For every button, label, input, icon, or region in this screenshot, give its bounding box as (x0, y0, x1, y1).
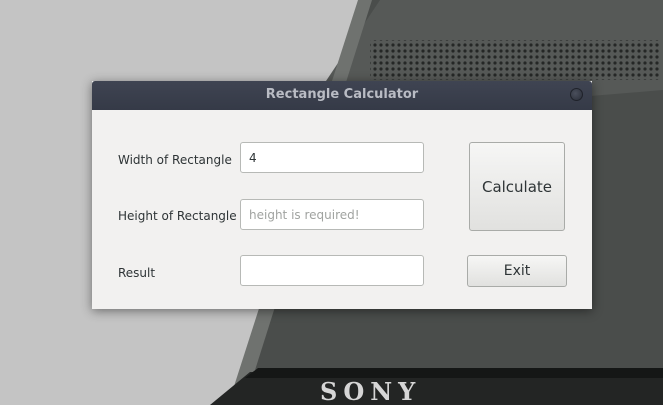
width-label: Width of Rectangle (118, 153, 232, 167)
exit-button[interactable]: Exit (467, 255, 567, 287)
result-label: Result (118, 266, 156, 280)
window-title: Rectangle Calculator (265, 87, 419, 102)
calculate-button[interactable]: Calculate (469, 142, 565, 231)
wallpaper-brand-text: SONY (320, 377, 421, 405)
calculator-window: Rectangle Calculator Width of Rectangle … (92, 81, 592, 309)
height-input[interactable] (240, 199, 424, 230)
height-label: Height of Rectangle (118, 209, 237, 223)
window-close-button[interactable] (570, 88, 583, 101)
width-input[interactable] (240, 142, 424, 173)
window-titlebar[interactable]: Rectangle Calculator (92, 81, 592, 110)
desktop: SONY Rectangle Calculator Width of Recta… (0, 0, 663, 405)
result-field[interactable] (240, 255, 424, 286)
